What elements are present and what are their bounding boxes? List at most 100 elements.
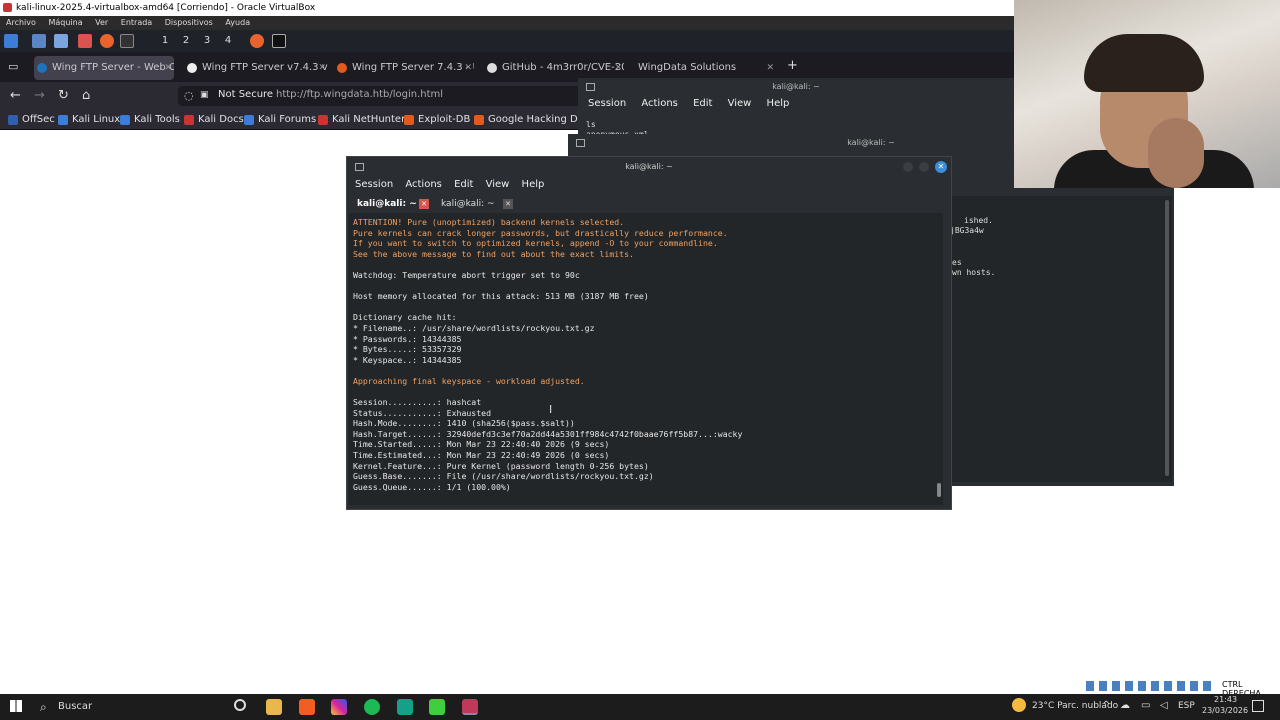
cortana-icon[interactable] [234, 699, 246, 711]
notifications-icon[interactable] [1252, 700, 1264, 712]
volume-icon[interactable]: ◁ [1160, 700, 1168, 711]
bookmark-offsec[interactable]: OffSec [8, 112, 55, 128]
menu-view[interactable]: View [728, 98, 752, 109]
windows-start-icon[interactable] [10, 700, 22, 712]
back-icon[interactable]: ← [10, 89, 21, 103]
reload-icon[interactable]: ↻ [58, 89, 69, 103]
terminal-output[interactable]: ATTENTION! Pure (unoptimized) backend ke… [349, 213, 943, 505]
tab-list-icon[interactable]: ▭ [8, 60, 18, 74]
terminal-task-icon[interactable] [272, 34, 286, 48]
bookmark-kali-linux[interactable]: Kali Linux [58, 112, 120, 128]
not-secure-label[interactable]: Not Secure [218, 89, 273, 100]
tab-close-icon[interactable]: ✕ [419, 199, 429, 209]
vbox-menu-maquina[interactable]: Máquina [48, 18, 82, 27]
terminal-tab-1[interactable]: kali@kali: ~ ✕ [357, 197, 435, 211]
text-editor-icon[interactable] [78, 34, 92, 48]
home-icon[interactable]: ⌂ [82, 89, 90, 103]
vbox-menu-entrada[interactable]: Entrada [121, 18, 152, 27]
terminal-scrollbar[interactable] [937, 483, 941, 497]
bookmark-ghdb[interactable]: Google Hacking DB [474, 112, 585, 128]
text-cursor-icon: I [549, 403, 553, 416]
show-desktop-icon[interactable] [32, 34, 46, 48]
language-indicator[interactable]: ESP [1178, 701, 1195, 711]
spotify-icon[interactable] [364, 699, 380, 715]
terminal-tab-2[interactable]: kali@kali: ~ ✕ [441, 197, 519, 211]
browser-tab-wing-exploit[interactable]: Wing FTP Server 7.4.3 - U ✕ [334, 56, 474, 80]
terminal-line: * Passwords.: 14344385 [353, 333, 462, 344]
bookmark-kali-docs[interactable]: Kali Docs [184, 112, 244, 128]
clock-date[interactable]: 23/03/2026 [1202, 706, 1248, 715]
network-icon[interactable]: ▭ [1141, 700, 1150, 711]
workspace-3[interactable]: 3 [199, 33, 215, 49]
vbox-menu-ayuda[interactable]: Ayuda [225, 18, 250, 27]
tab-close-icon[interactable]: ✕ [318, 56, 326, 80]
workspace-2[interactable]: 2 [178, 33, 194, 49]
file-manager-icon[interactable] [54, 34, 68, 48]
nethunter-icon [318, 115, 328, 125]
windows-taskbar: ⌕ Buscar 23°C Parc. nublado ^ ☁ ▭ ◁ ESP … [0, 694, 1280, 720]
menu-actions[interactable]: Actions [641, 98, 678, 109]
maximize-button[interactable] [919, 162, 929, 172]
instagram-icon[interactable] [331, 699, 347, 715]
new-tab-button[interactable]: + [787, 59, 798, 73]
onedrive-icon[interactable]: ☁ [1120, 700, 1130, 711]
menu-edit[interactable]: Edit [693, 98, 712, 109]
menu-session[interactable]: Session [355, 179, 393, 190]
terminal-icon[interactable] [120, 34, 134, 48]
vbox-menu-archivo[interactable]: Archivo [6, 18, 36, 27]
clock-time[interactable]: 21:43 [1214, 695, 1237, 704]
browser-tab-github[interactable]: GitHub - 4m3rr0r/CVE-20 ✕ [484, 56, 624, 80]
menu-help[interactable]: Help [767, 98, 790, 109]
close-button[interactable]: ✕ [935, 161, 947, 173]
minimize-button[interactable] [903, 162, 913, 172]
menu-help[interactable]: Help [522, 179, 545, 190]
google-favicon-icon [187, 63, 197, 73]
menu-edit[interactable]: Edit [454, 179, 473, 190]
weather-icon[interactable] [1012, 698, 1026, 712]
menu-actions[interactable]: Actions [405, 179, 442, 190]
bookmark-exploit-db[interactable]: Exploit-DB [404, 112, 470, 128]
terminal-scrollbar[interactable] [1165, 200, 1169, 476]
vbox-menu-ver[interactable]: Ver [95, 18, 108, 27]
tab-favicon-icon [37, 63, 47, 73]
search-icon: ⌕ [40, 700, 47, 714]
tab-close-icon[interactable]: ✕ [503, 199, 513, 209]
taskbar-search[interactable]: ⌕ Buscar [34, 697, 214, 717]
firefox-task-icon[interactable] [250, 34, 264, 48]
tab-close-icon[interactable]: ✕ [464, 56, 472, 80]
browser-tab-wing-web[interactable]: Wing FTP Server - Web C ✕ [34, 56, 174, 80]
tab-close-icon[interactable]: ✕ [766, 56, 774, 80]
brave-icon[interactable] [299, 699, 315, 715]
shield-icon[interactable]: ◌ [184, 89, 194, 102]
url-text[interactable]: http://ftp.wingdata.htb/login.html [276, 89, 443, 100]
workspace-4[interactable]: 4 [220, 33, 236, 49]
file-explorer-icon[interactable] [266, 699, 282, 715]
lock-slash-icon[interactable]: ▣ [200, 90, 212, 102]
bookmark-kali-forums[interactable]: Kali Forums [244, 112, 316, 128]
vbox-device-icons[interactable] [1086, 681, 1216, 691]
terminal-tab-bar: kali@kali: ~ ✕ kali@kali: ~ ✕ [353, 196, 943, 212]
forward-icon[interactable]: → [34, 89, 45, 103]
camtasia-icon[interactable] [429, 699, 445, 715]
terminal-window-main[interactable]: kali@kali: ~ ✕ Session Actions Edit View… [346, 156, 952, 510]
bookmark-kali-tools[interactable]: Kali Tools [120, 112, 180, 128]
url-bar[interactable]: ◌ ▣ Not Secure http://ftp.wingdata.htb/l… [178, 86, 598, 106]
terminal-line: Hash.Target......: 32940defd3c3ef70a2dd4… [353, 428, 743, 439]
bookmark-kali-nethunter[interactable]: Kali NetHunter [318, 112, 405, 128]
kali-menu-icon[interactable] [4, 34, 18, 48]
menu-session[interactable]: Session [588, 98, 626, 109]
vbox-menu-dispositivos[interactable]: Dispositivos [165, 18, 213, 27]
terminal-menu-bar: Session Actions Edit View Help [355, 178, 553, 192]
workspace-1[interactable]: 1 [157, 33, 173, 49]
terminal-window-back[interactable]: kali@kali: ~ Session Actions Edit View H… [578, 78, 1014, 139]
tray-chevron-icon[interactable]: ^ [1102, 700, 1110, 711]
browser-tab-wing-v743[interactable]: Wing FTP Server v7.4.3 v ✕ [184, 56, 328, 80]
browser-tab-wingdata[interactable]: WingData Solutions ✕ [620, 56, 776, 80]
firefox-icon[interactable] [100, 34, 114, 48]
app-icon[interactable] [397, 699, 413, 715]
terminal-line: Guess.Queue......: 1/1 (100.00%) [353, 481, 511, 492]
menu-view[interactable]: View [486, 179, 510, 190]
tab-close-icon[interactable]: ✕ [164, 56, 172, 80]
virtualbox-task-icon[interactable] [462, 699, 478, 715]
